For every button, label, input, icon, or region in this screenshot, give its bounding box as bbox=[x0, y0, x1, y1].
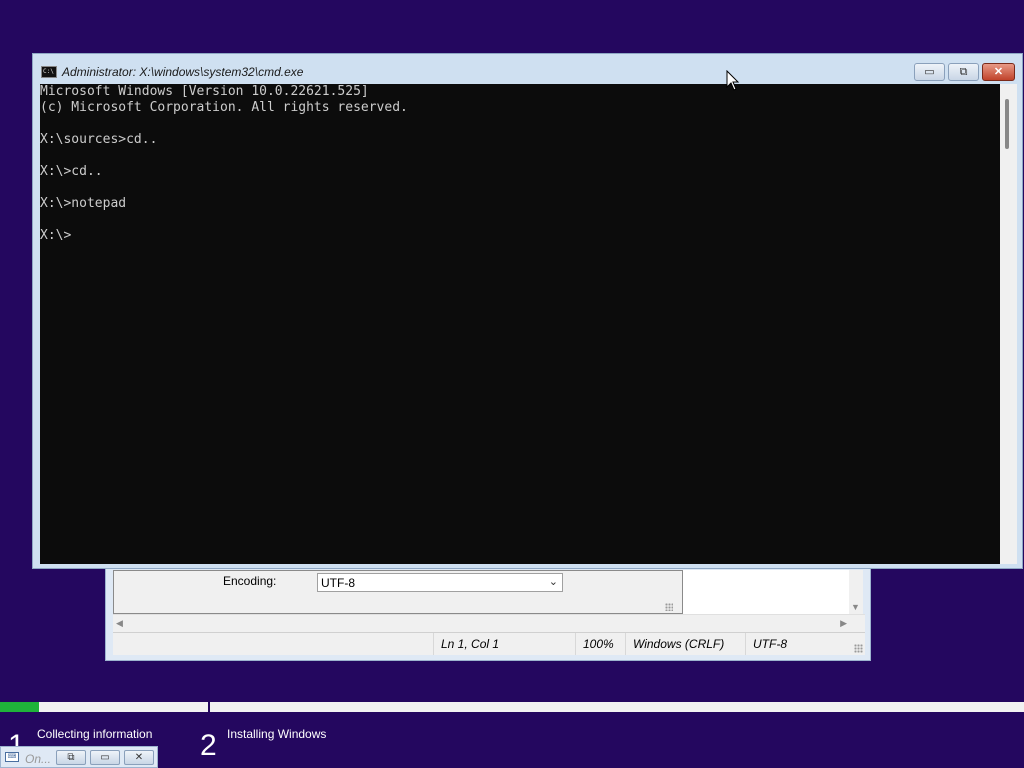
scrollbar-thumb[interactable] bbox=[1005, 99, 1009, 149]
minimized-window[interactable]: ⌨ On... ⧉ ▭ ✕ bbox=[0, 746, 158, 768]
resize-grip-icon[interactable] bbox=[665, 603, 673, 611]
status-position: Ln 1, Col 1 bbox=[433, 633, 575, 655]
step-2-label: Installing Windows bbox=[227, 727, 327, 741]
console-line: (c) Microsoft Corporation. All rights re… bbox=[40, 100, 408, 115]
setup-progress-fill bbox=[0, 702, 39, 712]
status-zoom: 100% bbox=[575, 633, 625, 655]
step-1-label: Collecting information bbox=[37, 727, 153, 741]
minimized-window-title: On... bbox=[25, 752, 52, 766]
scroll-down-arrow-icon[interactable]: ▼ bbox=[851, 602, 860, 612]
status-line-ending: Windows (CRLF) bbox=[625, 633, 745, 655]
step-2-number: 2 bbox=[200, 729, 217, 762]
console-line: X:\> bbox=[40, 228, 72, 243]
console-line: Microsoft Windows [Version 10.0.22621.52… bbox=[40, 84, 369, 99]
setup-progress-bar bbox=[0, 702, 1024, 712]
cmd-window[interactable]: C:\ Administrator: X:\windows\system32\c… bbox=[32, 53, 1023, 569]
chevron-down-icon: ⌄ bbox=[548, 576, 558, 588]
notepad-text-area[interactable] bbox=[683, 570, 863, 614]
encoding-dropdown[interactable]: UTF-8 ⌄ bbox=[317, 573, 563, 592]
console-output[interactable]: Microsoft Windows [Version 10.0.22621.52… bbox=[40, 84, 1000, 564]
cmd-window-title: Administrator: X:\windows\system32\cmd.e… bbox=[62, 65, 304, 79]
cmd-app-icon: C:\ bbox=[41, 66, 57, 78]
restore-button[interactable]: ⧉ bbox=[56, 750, 86, 765]
close-button[interactable]: ✕ bbox=[124, 750, 154, 765]
encoding-label: Encoding: bbox=[223, 574, 277, 588]
maximize-button[interactable]: ▭ bbox=[90, 750, 120, 765]
close-button[interactable]: ✕ bbox=[982, 63, 1015, 81]
scroll-right-arrow-icon[interactable]: ▶ bbox=[840, 618, 847, 629]
console-line: X:\>notepad bbox=[40, 196, 127, 211]
status-bar: Ln 1, Col 1 100% Windows (CRLF) UTF-8 bbox=[113, 632, 865, 655]
status-encoding: UTF-8 bbox=[745, 633, 853, 655]
console-vertical-scrollbar[interactable] bbox=[1000, 84, 1017, 564]
minimize-button[interactable]: ▭ bbox=[914, 63, 945, 81]
cmd-title-bar[interactable]: C:\ Administrator: X:\windows\system32\c… bbox=[33, 54, 1022, 84]
scroll-left-arrow-icon[interactable]: ◀ bbox=[116, 618, 123, 629]
vertical-scrollbar[interactable]: ▼ bbox=[849, 570, 863, 614]
console-line: X:\>cd.. bbox=[40, 164, 103, 179]
progress-step-divider bbox=[208, 702, 210, 712]
mouse-cursor-icon bbox=[726, 70, 740, 91]
resize-grip-icon[interactable] bbox=[854, 644, 863, 653]
encoding-panel: Encoding: UTF-8 ⌄ bbox=[113, 570, 683, 614]
console-line: X:\sources>cd.. bbox=[40, 132, 158, 147]
maximize-button[interactable]: ⧉ bbox=[948, 63, 979, 81]
encoding-dropdown-value: UTF-8 bbox=[321, 576, 355, 590]
horizontal-scrollbar[interactable]: ◀ ▶ bbox=[113, 614, 865, 632]
keyboard-icon: ⌨ bbox=[5, 752, 19, 762]
